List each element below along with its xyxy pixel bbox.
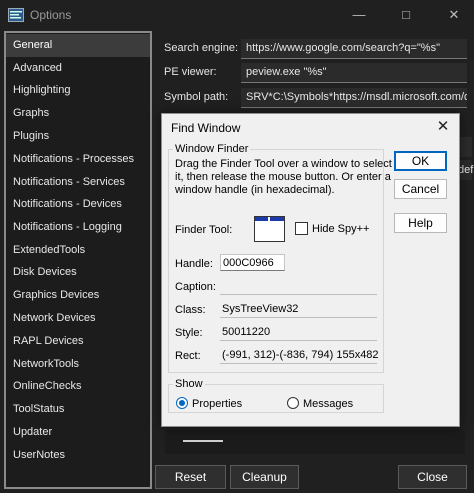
sidebar-item-notifications-processes[interactable]: Notifications - Processes [6,148,150,171]
cancel-button[interactable]: Cancel [394,179,447,199]
pe-viewer-field[interactable]: peview.exe "%s" [241,63,467,83]
reset-button[interactable]: Reset [155,465,226,489]
properties-radio[interactable] [176,397,188,409]
sidebar-item-graphs[interactable]: Graphs [6,102,150,125]
minimize-icon[interactable]: — [349,6,369,24]
dialog-close-icon[interactable]: ✕ [433,117,453,137]
class-value: SysTreeView32 [220,301,377,318]
maximize-icon[interactable]: □ [396,6,416,24]
messages-label: Messages [303,398,354,410]
sidebar-item-notifications-services[interactable]: Notifications - Services [6,171,150,194]
finder-tool-icon[interactable] [254,216,285,242]
sidebar-item-general[interactable]: General [6,34,150,57]
sidebar-item-toolstatus[interactable]: ToolStatus [6,398,150,421]
sidebar-item-networktools[interactable]: NetworkTools [6,353,150,376]
background-list [165,430,465,454]
search-engine-label: Search engine: [164,42,238,54]
search-engine-field[interactable]: https://www.google.com/search?q="%s" [241,39,467,59]
hide-spy-label: Hide Spy++ [312,223,370,235]
find-window-dialog: Find Window ✕ Window Finder Drag the Fin… [161,113,460,427]
sidebar-item-usernotes[interactable]: UserNotes [6,444,150,467]
symbol-path-label: Symbol path: [164,91,229,103]
finder-tool-label: Finder Tool: [175,224,233,236]
window-finder-legend: Window Finder [173,143,251,155]
sidebar-item-updater[interactable]: Updater [6,421,150,444]
background-divider [183,440,223,442]
hide-spy-checkbox[interactable] [295,222,308,235]
title-bar: Options — □ ✕ [0,0,474,30]
help-button[interactable]: Help [394,213,447,233]
dialog-title: Find Window [171,121,241,135]
handle-label: Handle: [175,258,213,270]
properties-label: Properties [192,398,243,410]
caption-value [220,278,377,295]
background-partial-text: def [458,164,474,176]
sidebar-item-rapl-devices[interactable]: RAPL Devices [6,330,150,353]
window-title: Options [30,8,72,22]
sidebar-item-advanced[interactable]: Advanced [6,57,150,80]
sidebar-item-notifications-logging[interactable]: Notifications - Logging [6,216,150,239]
rect-value: (-991, 312)-(-836, 794) 155x482 [220,347,379,364]
class-label: Class: [175,304,206,316]
sidebar-item-network-devices[interactable]: Network Devices [6,307,150,330]
finder-tool-tick [268,217,270,221]
sidebar-item-plugins[interactable]: Plugins [6,125,150,148]
close-button[interactable]: Close [398,465,467,489]
ok-button[interactable]: OK [394,151,447,171]
sidebar-item-extendedtools[interactable]: ExtendedTools [6,239,150,262]
handle-input[interactable]: 000C0966 [220,254,285,271]
sidebar-item-onlinechecks[interactable]: OnlineChecks [6,375,150,398]
close-icon[interactable]: ✕ [444,6,464,24]
symbol-path-field[interactable]: SRV*C:\Symbols*https://msdl.microsoft.co… [241,88,467,108]
finder-description: Drag the Finder Tool over a window to se… [175,158,392,196]
cleanup-button[interactable]: Cleanup [230,465,299,489]
sidebar-item-highlighting[interactable]: Highlighting [6,79,150,102]
sidebar-item-notifications-devices[interactable]: Notifications - Devices [6,193,150,216]
messages-radio[interactable] [287,397,299,409]
sidebar-list[interactable]: General Advanced Highlighting Graphs Plu… [4,31,152,489]
rect-label: Rect: [175,350,201,362]
style-value: 50011220 [220,324,377,341]
sidebar-item-disk-devices[interactable]: Disk Devices [6,261,150,284]
style-label: Style: [175,327,203,339]
show-legend: Show [173,378,205,390]
caption-label: Caption: [175,281,216,293]
app-icon [8,8,24,22]
sidebar-item-graphics-devices[interactable]: Graphics Devices [6,284,150,307]
pe-viewer-label: PE viewer: [164,66,217,78]
